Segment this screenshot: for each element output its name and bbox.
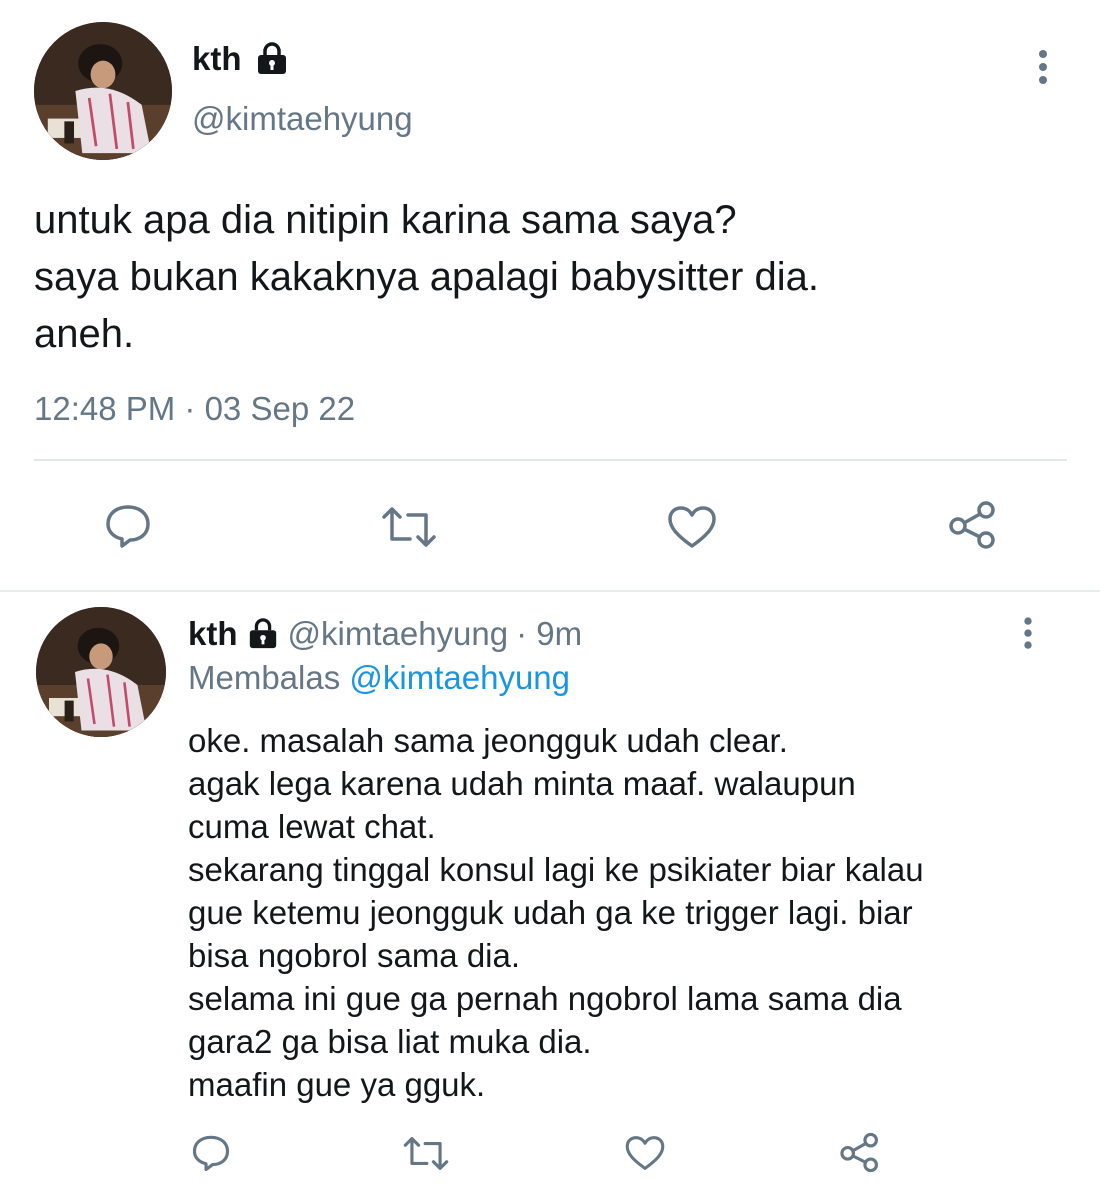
reply-header: kth @kimtaehyung · 9m <box>188 615 582 653</box>
tweet-text: untuk apa dia nitipin karina sama saya? … <box>34 192 819 363</box>
tweet-text-line: maafin gue ya gguk. <box>188 1066 486 1103</box>
divider <box>34 459 1067 461</box>
display-name[interactable]: kth <box>192 40 242 78</box>
tweet-text-line: gara2 ga bisa liat muka dia. <box>188 1023 592 1060</box>
tweet-text-line: sekarang tinggal konsul lagi ke psikiate… <box>188 851 924 888</box>
avatar[interactable] <box>34 22 172 160</box>
avatar-photo <box>34 22 172 160</box>
tweet-text-line: oke. masalah sama jeongguk udah clear. <box>188 722 788 759</box>
more-vertical-icon[interactable] <box>1030 48 1056 88</box>
tweet-text-line: cuma lewat chat. <box>188 808 436 845</box>
retweet-icon[interactable] <box>380 505 438 549</box>
share-icon[interactable] <box>945 499 1001 551</box>
tweet-text-line: untuk apa dia nitipin karina sama saya? <box>34 198 737 242</box>
replying-label: Membalas <box>188 659 341 696</box>
share-icon[interactable] <box>837 1131 883 1174</box>
tweet-timestamp[interactable]: 12:48 PM · 03 Sep 22 <box>34 390 355 428</box>
replying-to: Membalas @kimtaehyung <box>188 659 570 697</box>
tweet-text-line: selama ini gue ga pernah ngobrol lama sa… <box>188 980 902 1017</box>
handle[interactable]: @kimtaehyung <box>288 615 509 653</box>
retweet-icon[interactable] <box>402 1135 450 1172</box>
lock-icon <box>254 42 290 76</box>
reply-icon[interactable] <box>104 503 152 549</box>
time-ago: · 9m <box>516 615 583 652</box>
tweet-text-line: gue ketemu jeongguk udah ga ke trigger l… <box>188 894 913 931</box>
tweet-text-line: saya bukan kakaknya apalagi babysitter d… <box>34 255 819 299</box>
replying-to-link[interactable]: @kimtaehyung <box>349 659 570 696</box>
tweet-separator <box>0 590 1100 592</box>
tweet-text: oke. masalah sama jeongguk udah clear. a… <box>188 719 924 1106</box>
tweet-text-line: bisa ngobrol sama dia. <box>188 937 521 974</box>
avatar[interactable] <box>36 607 166 737</box>
tweet-text-line: aneh. <box>34 312 135 356</box>
avatar-photo <box>36 607 166 737</box>
more-vertical-icon[interactable] <box>1016 615 1040 653</box>
heart-icon[interactable] <box>666 504 718 550</box>
handle[interactable]: @kimtaehyung <box>192 100 413 138</box>
tweet-text-line: agak lega karena udah minta maaf. walaup… <box>188 765 856 802</box>
display-name[interactable]: kth <box>188 615 238 653</box>
reply-icon[interactable] <box>191 1134 231 1172</box>
lock-icon <box>246 618 280 650</box>
heart-icon[interactable] <box>624 1134 666 1172</box>
